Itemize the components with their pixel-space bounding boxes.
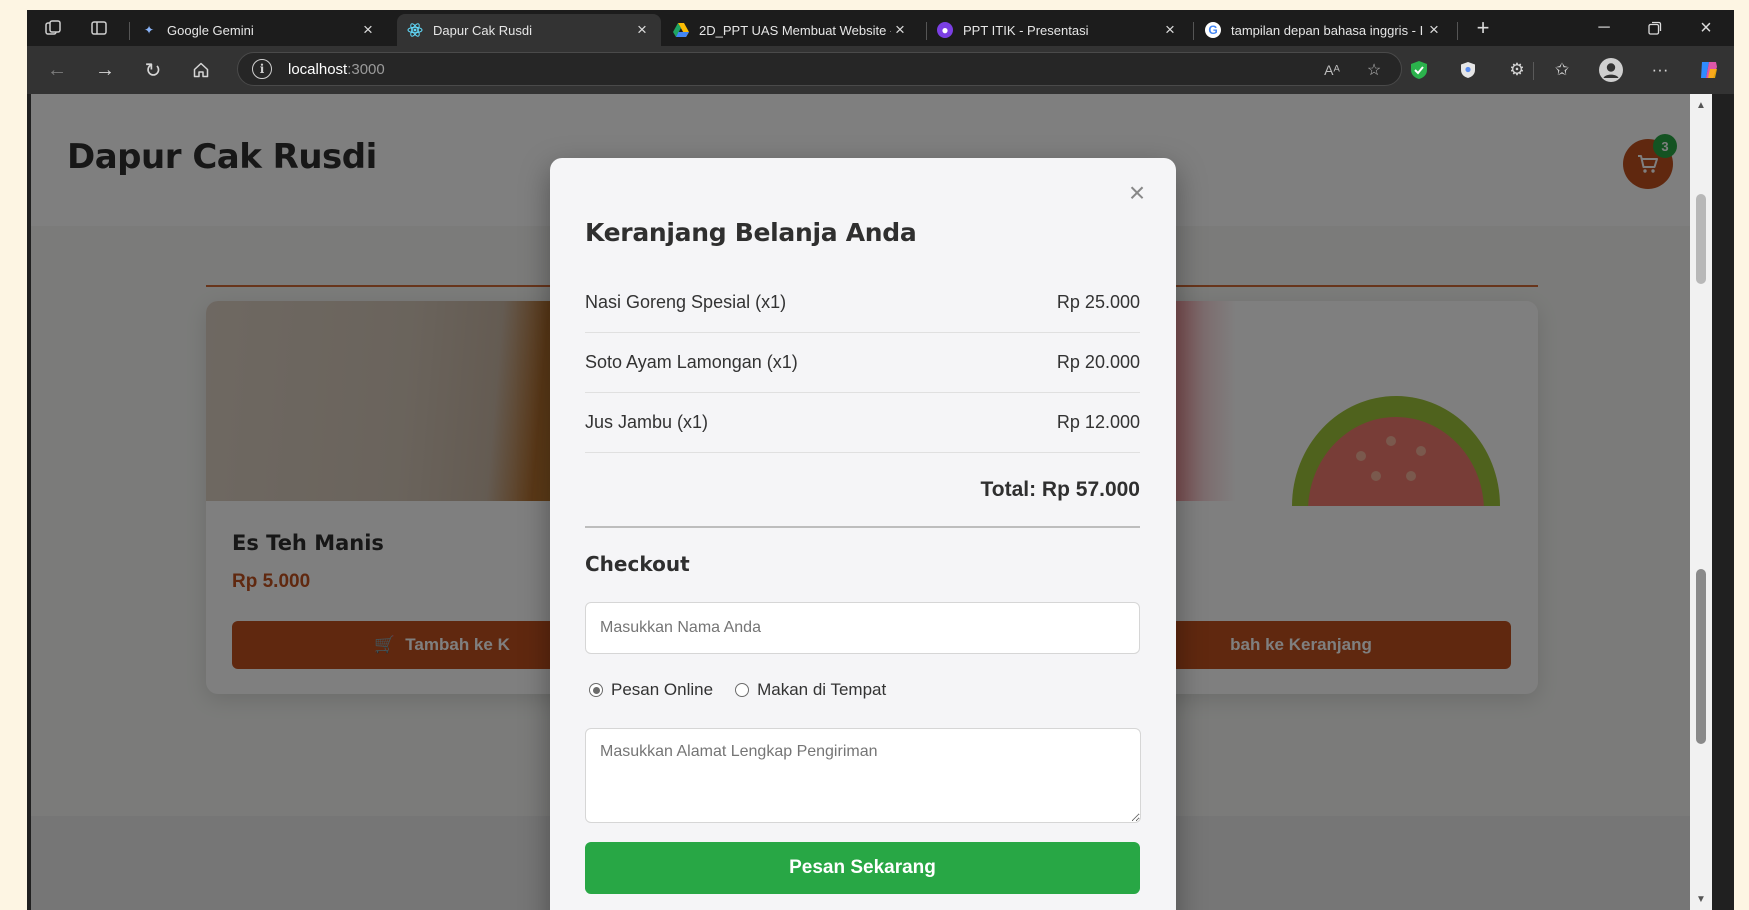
favorite-star-icon[interactable]: ☆ (1360, 59, 1388, 81)
cart-item-name: Soto Ayam Lamongan (x1) (585, 352, 798, 372)
new-tab-button[interactable]: + (1463, 10, 1503, 46)
checkout-title: Checkout (585, 552, 690, 576)
tab-dapur-cak-rusdi[interactable]: Dapur Cak Rusdi × (397, 14, 661, 46)
total-divider (585, 526, 1140, 528)
cart-item-row: Nasi Goreng Spesial (x1) Rp 25.000 (585, 273, 1140, 333)
info-icon[interactable]: i (252, 59, 272, 79)
cart-item-name: Jus Jambu (x1) (585, 412, 709, 432)
address-url[interactable]: localhost:3000 (288, 61, 385, 78)
tab-separator (1457, 22, 1458, 40)
cart-item-price: Rp 25.000 (1056, 292, 1140, 312)
radio-pesan-online[interactable] (589, 683, 603, 697)
react-icon (407, 22, 423, 38)
tab-title: tampilan depan bahasa inggris - I (1231, 22, 1424, 38)
cart-total: Total: Rp 57.000 (980, 478, 1141, 501)
gemini-icon: ✦ (143, 23, 155, 37)
tab-title: 2D_PPT UAS Membuat Website - (699, 22, 891, 38)
toolbar-separator (1533, 62, 1534, 80)
scrollbar-thumb[interactable] (1696, 569, 1706, 744)
tab-ppt-itik[interactable]: ● PPT ITIK - Presentasi × (927, 14, 1189, 46)
browser-window: ✦ Google Gemini × Dapur Cak Rusdi × 2D_P… (27, 10, 1734, 910)
tab-google-gemini[interactable]: ✦ Google Gemini × (131, 14, 387, 46)
modal-close-button[interactable]: × (1124, 179, 1150, 207)
tab-title: PPT ITIK - Presentasi (963, 22, 1089, 38)
scrollbar-track-highlight (1696, 194, 1706, 284)
google-drive-icon (673, 22, 689, 38)
copilot-icon[interactable] (1695, 56, 1723, 84)
profile-avatar-icon[interactable] (1597, 56, 1625, 84)
home-button[interactable] (183, 52, 219, 88)
favorites-icon[interactable]: ✩ (1548, 56, 1576, 84)
close-icon[interactable]: × (359, 20, 377, 40)
tab-title: Google Gemini (167, 22, 254, 38)
close-window-button[interactable]: × (1681, 10, 1731, 46)
canva-icon: ● (937, 22, 953, 38)
adblock-shield-icon[interactable] (1405, 56, 1433, 84)
page-scrollbar[interactable]: ▲ ▼ (1690, 94, 1712, 910)
radio-makan-di-tempat[interactable] (735, 683, 750, 697)
cart-item-row: Jus Jambu (x1) Rp 12.000 (585, 393, 1140, 453)
url-host: localhost (288, 61, 348, 78)
cart-item-row: Soto Ayam Lamongan (x1) Rp 20.000 (585, 333, 1140, 393)
back-button[interactable]: ← (39, 52, 75, 88)
cart-item-price: Rp 20.000 (1056, 352, 1140, 372)
order-type-group: Pesan Online Makan di Tempat (589, 678, 908, 702)
page-viewport: Dapur Cak Rusdi 3 Es Teh Manis Rp 5.000 … (31, 94, 1690, 910)
read-aloud-icon[interactable]: Aᴬ (1318, 59, 1346, 81)
modal-title: Keranjang Belanja Anda (585, 218, 917, 247)
scroll-up-arrow-icon[interactable]: ▲ (1694, 98, 1708, 112)
cart-item-name: Nasi Goreng Spesial (x1) (585, 292, 787, 312)
url-port: :3000 (347, 61, 385, 78)
tab-ppt-uas[interactable]: 2D_PPT UAS Membuat Website - × (663, 14, 919, 46)
tab-separator (1193, 22, 1194, 40)
cart-item-price: Rp 12.000 (1056, 412, 1140, 432)
close-icon[interactable]: × (1425, 20, 1443, 40)
refresh-button[interactable]: ↻ (135, 52, 171, 88)
address-bar[interactable]: i localhost:3000 Aᴬ ☆ (237, 52, 1402, 86)
name-input[interactable] (585, 602, 1140, 654)
cart-modal: × Keranjang Belanja Anda Nasi Goreng Spe… (550, 158, 1176, 910)
tab-separator (129, 22, 130, 40)
tab-strip: ✦ Google Gemini × Dapur Cak Rusdi × 2D_P… (27, 10, 1734, 46)
radio-label-makan-di-tempat[interactable]: Makan di Tempat (757, 680, 886, 700)
tab-title: Dapur Cak Rusdi (433, 22, 532, 38)
extensions-icon[interactable]: ⚙ (1503, 56, 1531, 84)
close-icon[interactable]: × (891, 20, 909, 40)
order-now-button[interactable]: Pesan Sekarang (585, 842, 1140, 894)
scroll-down-arrow-icon[interactable]: ▼ (1694, 892, 1708, 906)
close-icon[interactable]: × (633, 20, 651, 40)
address-textarea[interactable] (585, 728, 1141, 823)
browser-toolbar: ← → ↻ i localhost:3000 Aᴬ ☆ ⚙ ✩ ··· (27, 46, 1734, 94)
minimize-button[interactable]: ─ (1579, 10, 1629, 46)
google-icon: G (1205, 22, 1221, 38)
forward-button[interactable]: → (87, 52, 123, 88)
close-icon[interactable]: × (1161, 20, 1179, 40)
restore-button[interactable] (1630, 10, 1680, 46)
privacy-shield-icon[interactable] (1454, 56, 1482, 84)
vertical-tabs-icon[interactable] (79, 10, 119, 46)
radio-label-pesan-online[interactable]: Pesan Online (611, 680, 713, 700)
workspaces-icon[interactable] (33, 10, 73, 46)
tab-tampilan-depan[interactable]: G tampilan depan bahasa inggris - I × (1195, 14, 1453, 46)
more-options-icon[interactable]: ··· (1646, 56, 1674, 84)
